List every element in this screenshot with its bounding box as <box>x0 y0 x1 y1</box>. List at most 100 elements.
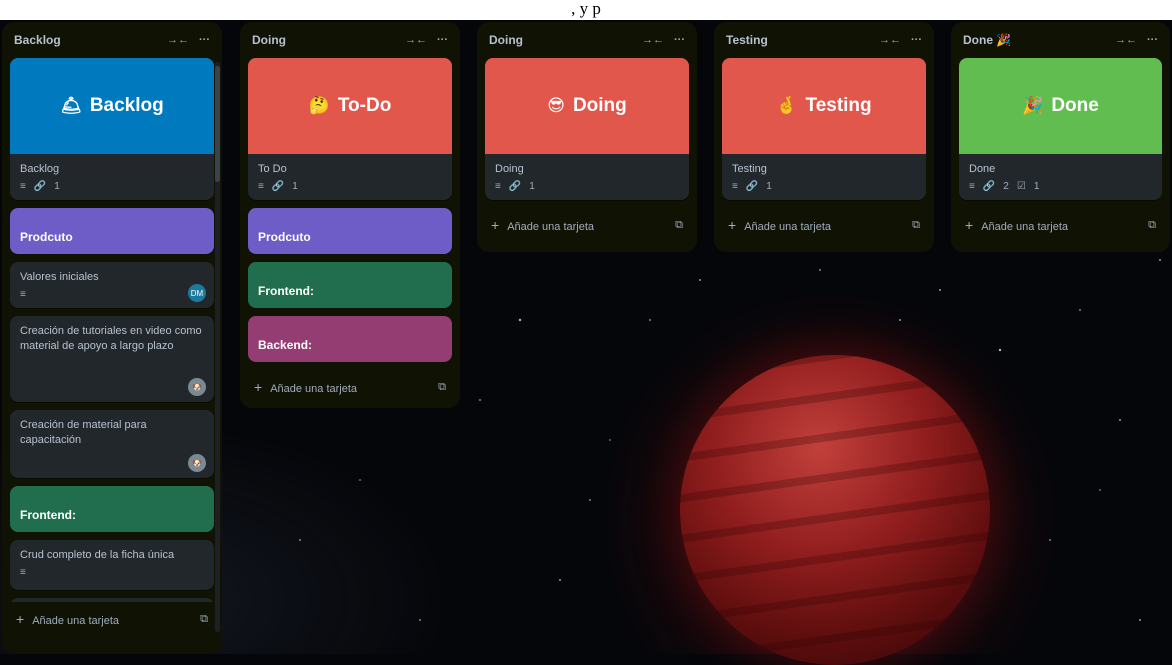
red-planet-image <box>680 355 990 665</box>
plus-icon: + <box>16 611 25 627</box>
attachment-icon: 🔗 <box>508 181 522 192</box>
template-icon[interactable]: ⧉ <box>912 219 920 232</box>
add-card-label: Añade una tarjeta <box>32 615 120 627</box>
card-material-capacitacion[interactable]: Creación de material para capacitación 🐶 <box>10 410 214 478</box>
card-cover: 🤔 To-Do <box>248 58 452 154</box>
scrollbar-thumb[interactable] <box>215 66 220 182</box>
card-title: Prodcuto <box>20 230 73 244</box>
more-options-icon[interactable]: ··· <box>911 34 922 46</box>
add-card-button[interactable]: + Añade una tarjeta ⧉ <box>722 208 926 242</box>
add-card-button[interactable]: + Añade una tarjeta ⧉ <box>959 208 1162 242</box>
top-strip-text: , y p <box>571 0 601 18</box>
card-partial[interactable] <box>10 598 214 602</box>
attachment-count: 1 <box>54 181 60 192</box>
more-options-icon[interactable]: ··· <box>1147 34 1158 46</box>
card-title: Creación de material para capacitación <box>20 419 147 446</box>
description-icon: ≡ <box>20 289 26 300</box>
collapse-icon[interactable]: →← <box>167 34 189 46</box>
collapse-icon[interactable]: →← <box>642 34 664 46</box>
checklist-count: 1 <box>1033 181 1040 192</box>
card-tutoriales[interactable]: Creación de tutoriales en video como mat… <box>10 316 214 402</box>
card-title: Frontend: <box>20 508 76 522</box>
card-done[interactable]: 🎉 Done Done ≡ 🔗 2 ☑ 1 <box>959 58 1162 200</box>
list-todo: Doing →← ··· 🤔 To-Do To Do ≡ 🔗 1 Prodcut… <box>240 22 460 408</box>
more-options-icon[interactable]: ··· <box>437 34 448 46</box>
list-title[interactable]: Testing <box>726 33 768 47</box>
card-backlog[interactable]: 🛎 Backlog Backlog ≡ 🔗 1 <box>10 58 214 200</box>
card-frontend[interactable]: Frontend: <box>248 262 452 308</box>
template-icon[interactable]: ⧉ <box>675 219 683 232</box>
cover-text: Done <box>1051 95 1099 116</box>
list-title[interactable]: Doing <box>489 33 523 47</box>
plus-icon: + <box>491 217 500 233</box>
card-title: Doing <box>495 163 524 175</box>
card-backend[interactable]: Backend: <box>248 316 452 362</box>
template-icon[interactable]: ⧉ <box>200 613 208 626</box>
list-testing: Testing →← ··· 🤞 Testing Testing ≡ 🔗 1 +… <box>714 22 934 252</box>
card-valores-iniciales[interactable]: Valores iniciales ≡ DM <box>10 262 214 308</box>
list-header: Doing →← ··· <box>485 22 689 58</box>
bellhop-icon: 🛎 <box>60 96 82 115</box>
attachment-icon: 🔗 <box>982 181 996 192</box>
card-cover: 🎉 Done <box>959 58 1162 154</box>
collapse-icon[interactable]: →← <box>405 34 427 46</box>
list-title[interactable]: Backlog <box>14 33 61 47</box>
card-badges: ≡ 🔗 2 ☑ 1 <box>959 179 1162 200</box>
list-doing: Doing →← ··· 😎 Doing Doing ≡ 🔗 1 + Añade … <box>477 22 697 252</box>
card-badges: ≡ <box>10 565 214 586</box>
card-title: Crud completo de la ficha única <box>20 549 175 561</box>
plus-icon: + <box>965 217 974 233</box>
scrollbar[interactable] <box>215 62 220 632</box>
collapse-icon[interactable]: →← <box>1115 34 1137 46</box>
cover-text: Doing <box>572 95 627 116</box>
collapse-icon[interactable]: →← <box>879 34 901 46</box>
attachment-count: 1 <box>766 181 772 192</box>
list-backlog: Backlog →← ··· 🛎 Backlog Backlog ≡ 🔗 1 P… <box>2 22 222 654</box>
card-todo[interactable]: 🤔 To-Do To Do ≡ 🔗 1 <box>248 58 452 200</box>
add-card-button[interactable]: + Añade una tarjeta ⧉ <box>10 602 214 636</box>
avatar[interactable]: 🐶 <box>188 378 206 396</box>
more-options-icon[interactable]: ··· <box>674 34 685 46</box>
attachment-count: 1 <box>292 181 298 192</box>
card-title: Testing <box>732 163 767 175</box>
card-title: Done <box>969 163 996 175</box>
attachment-icon: 🔗 <box>33 181 47 192</box>
card-crud[interactable]: Crud completo de la ficha única ≡ <box>10 540 214 590</box>
cover-text: Backlog <box>89 95 164 116</box>
template-icon[interactable]: ⧉ <box>438 381 446 394</box>
list-header: Done 🎉 →← ··· <box>959 22 1162 58</box>
list-title[interactable]: Done 🎉 <box>963 33 1011 47</box>
card-title: Valores iniciales <box>20 271 99 283</box>
template-icon[interactable]: ⧉ <box>1148 219 1156 232</box>
cover-text: Testing <box>805 95 872 116</box>
card-prodcuto[interactable]: Prodcuto <box>248 208 452 254</box>
card-title: To Do <box>258 163 287 175</box>
add-card-button[interactable]: + Añade una tarjeta ⧉ <box>248 370 452 404</box>
list-header: Doing →← ··· <box>248 22 452 58</box>
attachment-icon: 🔗 <box>745 181 759 192</box>
add-card-button[interactable]: + Añade una tarjeta ⧉ <box>485 208 689 242</box>
description-icon: ≡ <box>732 181 738 192</box>
avatar[interactable]: DM <box>188 284 206 302</box>
card-title: Backlog <box>20 163 60 175</box>
list-done: Done 🎉 →← ··· 🎉 Done Done ≡ 🔗 2 ☑ 1 + Aña… <box>951 22 1170 252</box>
card-badges: ≡ 🔗 1 <box>722 179 926 200</box>
card-cover: 🛎 Backlog <box>10 58 214 154</box>
add-card-label: Añade una tarjeta <box>981 221 1069 233</box>
card-badges: ≡ 🔗 1 <box>248 179 452 200</box>
avatar[interactable]: 🐶 <box>188 454 206 472</box>
card-prodcuto[interactable]: Prodcuto <box>10 208 214 254</box>
card-frontend[interactable]: Frontend: <box>10 486 214 532</box>
card-testing[interactable]: 🤞 Testing Testing ≡ 🔗 1 <box>722 58 926 200</box>
party-popper-icon: 🎉 <box>1022 96 1044 115</box>
checklist-icon: ☑ <box>1016 181 1026 192</box>
list-header: Testing →← ··· <box>722 22 926 58</box>
card-badges: ≡ 🔗 1 <box>485 179 689 200</box>
card-list: 🛎 Backlog Backlog ≡ 🔗 1 Prodcuto Valores… <box>10 58 214 602</box>
more-options-icon[interactable]: ··· <box>199 34 210 46</box>
list-title[interactable]: Doing <box>252 33 286 47</box>
add-card-label: Añade una tarjeta <box>507 221 595 233</box>
card-title: Frontend: <box>258 284 314 298</box>
card-doing[interactable]: 😎 Doing Doing ≡ 🔗 1 <box>485 58 689 200</box>
description-icon: ≡ <box>258 181 264 192</box>
